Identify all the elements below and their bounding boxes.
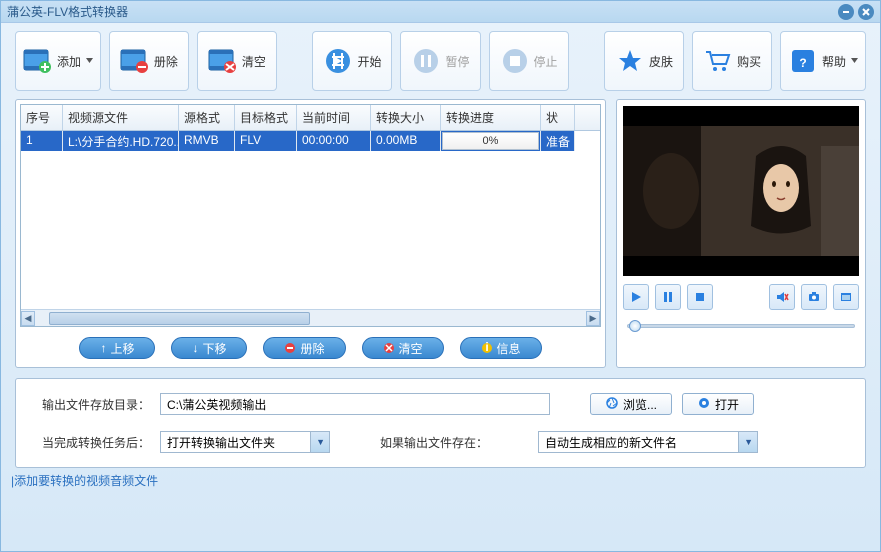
output-settings-panel: 输出文件存放目录： 浏览... 打开 当完成转换任务后： 打开转换输出文件夹▼ … (15, 378, 866, 468)
cell-index: 1 (21, 131, 63, 151)
buy-button[interactable]: 购买 (692, 31, 772, 91)
stop-icon (500, 48, 530, 74)
pause-preview-button[interactable] (655, 284, 681, 310)
open-button[interactable]: 打开 (682, 393, 754, 415)
clear-label: 清空 (242, 53, 266, 70)
window-title: 蒲公英-FLV格式转换器 (7, 3, 128, 20)
output-dir-input[interactable] (160, 393, 550, 415)
snapshot-button[interactable] (801, 284, 827, 310)
th-source[interactable]: 视频源文件 (63, 105, 179, 130)
scroll-left-icon[interactable]: ◀ (21, 311, 35, 326)
output-dir-label: 输出文件存放目录： (42, 396, 150, 413)
scroll-right-icon[interactable]: ▶ (586, 311, 600, 326)
table-header: 序号 视频源文件 源格式 目标格式 当前时间 转换大小 转换进度 状 (21, 105, 600, 131)
svg-text:i: i (485, 342, 488, 354)
file-table[interactable]: 序号 视频源文件 源格式 目标格式 当前时间 转换大小 转换进度 状 1 L:\… (20, 104, 601, 327)
film-clear-icon (208, 48, 238, 74)
cell-size: 0.00MB (371, 131, 441, 151)
mute-button[interactable] (769, 284, 795, 310)
play-button[interactable] (623, 284, 649, 310)
start-icon (323, 48, 353, 74)
seek-slider[interactable] (623, 318, 859, 334)
help-icon: ? (788, 48, 818, 74)
star-icon (615, 48, 645, 74)
clear-button[interactable]: 清空 (197, 31, 277, 91)
help-label: 帮助 (822, 53, 846, 70)
pause-button[interactable]: 暂停 (400, 31, 480, 91)
skin-button[interactable]: 皮肤 (604, 31, 684, 91)
th-srcfmt[interactable]: 源格式 (179, 105, 235, 130)
x-circle-icon (383, 342, 395, 354)
add-button[interactable]: 添加 (15, 31, 101, 91)
down-arrow-icon: ↓ (192, 341, 198, 355)
close-button[interactable] (858, 4, 874, 20)
info-button[interactable]: i信息 (460, 337, 542, 359)
film-remove-icon (120, 48, 150, 74)
th-time[interactable]: 当前时间 (297, 105, 371, 130)
cell-srcfmt: RMVB (179, 131, 235, 151)
cart-icon (703, 48, 733, 74)
pause-icon (411, 48, 441, 74)
if-exists-select[interactable]: 自动生成相应的新文件名▼ (538, 431, 758, 453)
stop-preview-button[interactable] (687, 284, 713, 310)
after-task-label: 当完成转换任务后： (42, 434, 150, 451)
cell-progress: 0% (441, 131, 541, 151)
cell-time: 00:00:00 (297, 131, 371, 151)
start-button[interactable]: 开始 (312, 31, 392, 91)
add-label: 添加 (57, 53, 81, 70)
minimize-button[interactable] (838, 4, 854, 20)
after-task-select[interactable]: 打开转换输出文件夹▼ (160, 431, 330, 453)
move-up-button[interactable]: ↑上移 (79, 337, 155, 359)
info-icon: i (481, 342, 493, 354)
move-down-button[interactable]: ↓下移 (171, 337, 247, 359)
dropdown-icon (851, 58, 858, 65)
cell-status: 准备 (541, 131, 575, 151)
browse-button[interactable]: 浏览... (590, 393, 672, 415)
playback-controls (623, 284, 859, 310)
delete-button[interactable]: 册除 (263, 337, 345, 359)
film-add-icon (23, 48, 53, 74)
svg-text:?: ? (799, 56, 806, 70)
horizontal-scrollbar[interactable]: ◀ ▶ (21, 309, 600, 326)
preview-panel (616, 99, 866, 368)
main-toolbar: 添加 册除 清空 开始 暂停 停止 皮肤 购买 ? 帮助 (1, 23, 880, 99)
th-dstfmt[interactable]: 目标格式 (235, 105, 297, 130)
fullscreen-button[interactable] (833, 284, 859, 310)
pause-label: 暂停 (445, 53, 469, 70)
skin-label: 皮肤 (649, 53, 673, 70)
if-exists-label: 如果输出文件存在： (380, 434, 488, 451)
gear-icon (697, 396, 711, 413)
th-status[interactable]: 状 (541, 105, 575, 130)
minus-circle-icon (284, 342, 296, 354)
th-index[interactable]: 序号 (21, 105, 63, 130)
th-progress[interactable]: 转换进度 (441, 105, 541, 130)
scroll-thumb[interactable] (49, 312, 310, 325)
cell-dstfmt: FLV (235, 131, 297, 151)
dropdown-icon (86, 58, 93, 65)
cell-source: L:\分手合约.HD.720... (63, 131, 179, 151)
stop-label: 停止 (534, 53, 558, 70)
video-preview[interactable] (623, 106, 859, 276)
remove-button[interactable]: 册除 (109, 31, 189, 91)
buy-label: 购买 (737, 53, 761, 70)
status-bar: |添加要转换的视频音频文件 (1, 468, 880, 493)
start-label: 开始 (357, 53, 381, 70)
up-arrow-icon: ↑ (100, 341, 106, 355)
remove-label: 册除 (154, 53, 178, 70)
th-size[interactable]: 转换大小 (371, 105, 441, 130)
clear-list-button[interactable]: 清空 (362, 337, 444, 359)
slider-thumb[interactable] (629, 320, 641, 332)
title-bar: 蒲公英-FLV格式转换器 (1, 1, 880, 23)
stop-button[interactable]: 停止 (489, 31, 569, 91)
aperture-icon (605, 396, 619, 413)
file-list-panel: 序号 视频源文件 源格式 目标格式 当前时间 转换大小 转换进度 状 1 L:\… (15, 99, 606, 368)
table-row[interactable]: 1 L:\分手合约.HD.720... RMVB FLV 00:00:00 0.… (21, 131, 600, 151)
help-button[interactable]: ? 帮助 (780, 31, 866, 91)
